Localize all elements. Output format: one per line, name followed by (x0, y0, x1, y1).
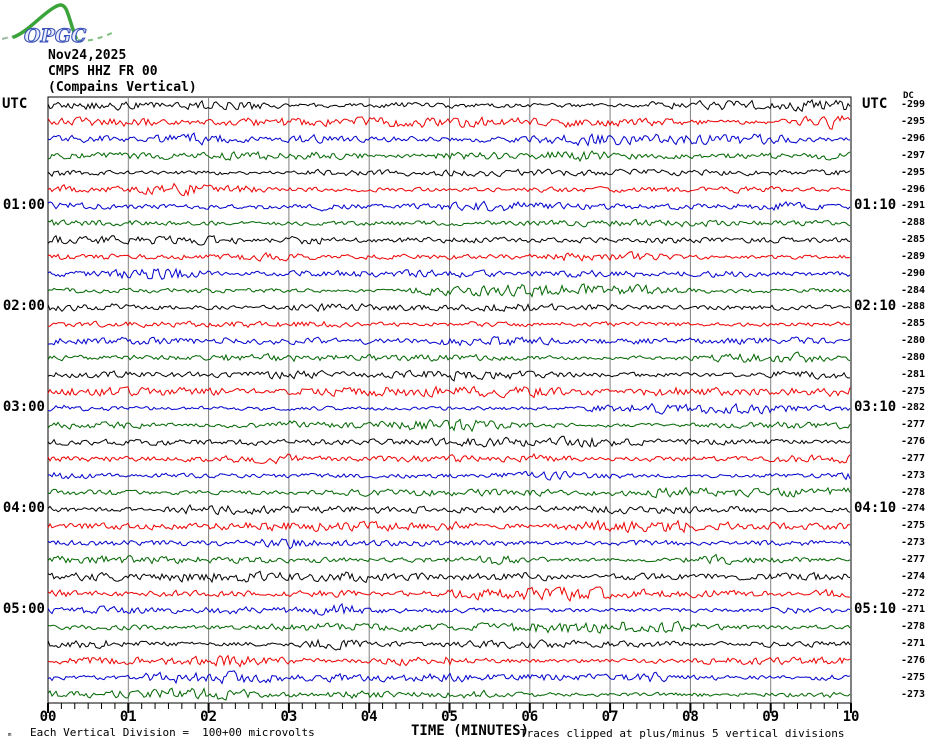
dc-value: -274 (901, 570, 926, 582)
dc-value: -276 (901, 436, 926, 448)
dc-value: -289 (901, 250, 926, 262)
x-tick-label: 01 (119, 709, 137, 725)
helicorder-page: OPGC Nov24,2025 CMPS HHZ FR 00 (Compains… (0, 0, 930, 744)
dc-value: -288 (901, 217, 926, 229)
x-tick-label: 02 (200, 709, 218, 725)
dc-value: -284 (901, 284, 926, 296)
dc-value: -295 (901, 166, 926, 178)
dc-value: -276 (901, 654, 926, 666)
dc-value: -280 (901, 351, 926, 363)
dc-value: -277 (901, 553, 926, 565)
x-tick-label: 00 (39, 709, 57, 725)
x-tick-label: 04 (360, 709, 378, 725)
dc-value: -288 (901, 301, 926, 313)
dc-value: -273 (901, 537, 926, 549)
hour-label-left: 01:00 (2, 197, 45, 214)
footer-mark: ₘ (7, 729, 13, 739)
dc-value: -296 (901, 133, 926, 145)
dc-value: -280 (901, 335, 926, 347)
dc-value: -285 (901, 234, 926, 246)
dc-value: -273 (901, 469, 926, 481)
dc-value: -291 (901, 200, 926, 212)
dc-value: -275 (901, 671, 926, 683)
x-tick-label: 08 (681, 709, 699, 725)
dc-value: -278 (901, 486, 926, 498)
x-tick-label: 10 (842, 709, 860, 725)
helicorder-plot (47, 96, 852, 713)
x-tick-label: 03 (280, 709, 298, 725)
dc-value: -299 (901, 99, 926, 111)
dc-value: -273 (901, 688, 926, 700)
dc-value: -295 (901, 116, 926, 128)
dc-value: -274 (901, 503, 926, 515)
dc-value: -281 (901, 368, 926, 380)
dc-value: -272 (901, 587, 926, 599)
dc-value: -277 (901, 419, 926, 431)
dc-value: -296 (901, 183, 926, 195)
dc-value: -290 (901, 267, 926, 279)
hour-label-left: 02:00 (2, 298, 45, 315)
scale-note: Each Vertical Division = 100+00 microvol… (30, 726, 315, 739)
hour-label-left: 03:00 (2, 399, 45, 416)
clip-note: Traces clipped at plus/minus 5 vertical … (520, 727, 845, 740)
dc-value: -282 (901, 402, 926, 414)
dc-value: -278 (901, 621, 926, 633)
dc-value: -277 (901, 452, 926, 464)
dc-value: -275 (901, 385, 926, 397)
dc-value: -271 (901, 604, 926, 616)
x-tick-label: 07 (601, 709, 619, 725)
dc-value: -271 (901, 638, 926, 650)
dc-value: -297 (901, 149, 926, 161)
hour-label-left: 04:00 (2, 500, 45, 517)
dc-value: -285 (901, 318, 926, 330)
dc-value: -275 (901, 520, 926, 532)
hour-label-left: 05:00 (2, 601, 45, 618)
x-tick-label: 09 (762, 709, 780, 725)
